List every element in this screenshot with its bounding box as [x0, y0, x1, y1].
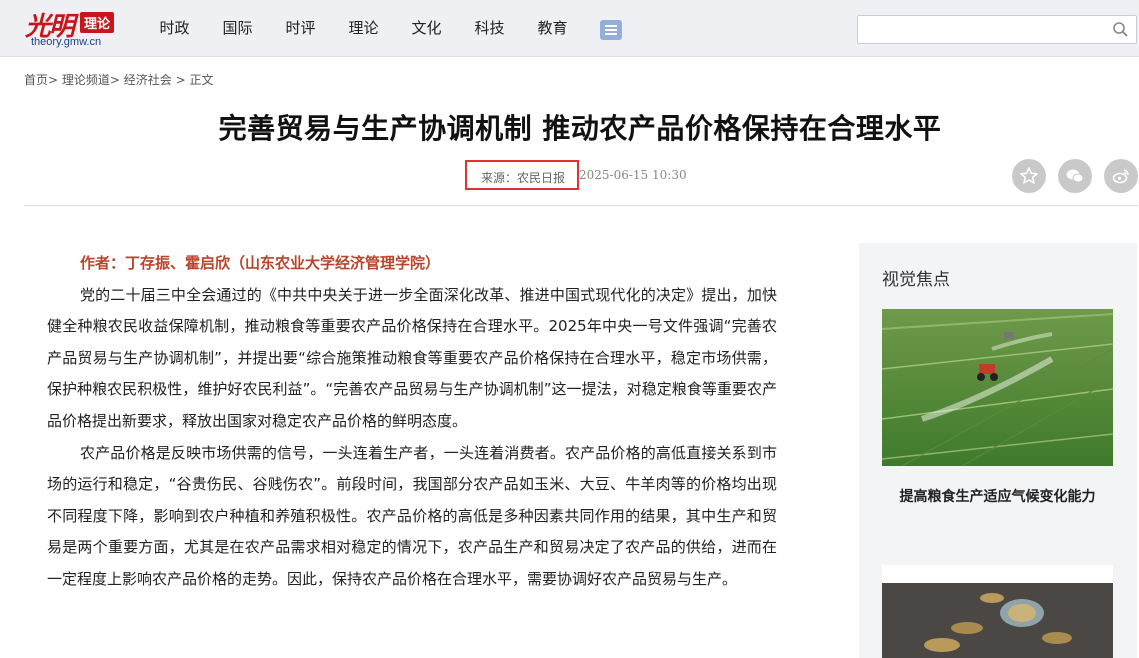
weibo-icon — [1112, 169, 1129, 184]
search-input[interactable] — [857, 15, 1137, 44]
breadcrumb-separator: > — [171, 73, 190, 87]
coins-photo[interactable] — [882, 565, 1113, 658]
weibo-share-button[interactable] — [1104, 159, 1138, 193]
wechat-icon — [1066, 169, 1084, 183]
source-highlight-box: 来源：农民日报 — [465, 160, 579, 190]
breadcrumb-home[interactable]: 首页 — [24, 73, 48, 87]
nav-item-lilun[interactable]: 理论 — [332, 0, 395, 57]
site-logo[interactable]: 光明 理论 theory.gmw.cn — [25, 6, 117, 50]
breadcrumb: 首页> 理论频道> 经济社会 > 正文 — [24, 71, 214, 88]
article-title: 完善贸易与生产协调机制 推动农产品价格保持在合理水平 — [218, 112, 942, 145]
article-author: 作者：丁存振、霍启欣（山东农业大学经济管理学院） — [80, 254, 441, 272]
article-body: 作者：丁存振、霍启欣（山东农业大学经济管理学院） 党的二十届三中全会通过的《中共… — [47, 248, 777, 596]
article-date: 2025-06-15 10:30 — [579, 168, 687, 182]
farm-field-photo[interactable] — [882, 309, 1113, 466]
search-icon[interactable] — [1112, 21, 1128, 37]
breadcrumb-section[interactable]: 经济社会 — [124, 73, 172, 87]
favorite-button[interactable] — [1012, 159, 1046, 193]
star-icon — [1020, 167, 1038, 184]
breadcrumb-separator: > — [109, 73, 124, 87]
sidebar-title: 视觉焦点 — [882, 270, 950, 290]
menu-icon[interactable] — [600, 20, 622, 40]
wechat-share-button[interactable] — [1058, 159, 1092, 193]
nav-item-keji[interactable]: 科技 — [458, 0, 521, 57]
breadcrumb-separator: > — [48, 73, 62, 87]
top-header: 光明 理论 theory.gmw.cn 时政 国际 时评 理论 文化 科技 教育 — [0, 0, 1139, 57]
nav-item-wenhua[interactable]: 文化 — [395, 0, 458, 57]
nav-item-shizheng[interactable]: 时政 — [143, 0, 206, 57]
article-paragraph: 党的二十届三中全会通过的《中共中央关于进一步全面深化改革、推进中国式现代化的决定… — [47, 285, 777, 430]
breadcrumb-current: 正文 — [189, 73, 214, 87]
article-paragraph: 农产品价格是反映市场供需的信号，一头连着生产者，一头连着消费者。农产品价格的高低… — [47, 443, 777, 588]
breadcrumb-channel[interactable]: 理论频道 — [62, 73, 110, 87]
header-divider — [24, 205, 1138, 206]
sidebar-caption[interactable]: 提高粮食生产适应气候变化能力 — [882, 486, 1113, 506]
article-source: 来源：农民日报 — [481, 171, 566, 185]
main-nav: 时政 国际 时评 理论 文化 科技 教育 — [143, 0, 584, 57]
nav-item-guoji[interactable]: 国际 — [206, 0, 269, 57]
logo-badge: 理论 — [80, 12, 115, 33]
sidebar-visual-focus: 视觉焦点 提高粮食生产适应气候变化能力 — [859, 243, 1137, 658]
nav-item-jiaoyu[interactable]: 教育 — [521, 0, 584, 57]
logo-url: theory.gmw.cn — [31, 36, 102, 48]
nav-item-shiping[interactable]: 时评 — [269, 0, 332, 57]
